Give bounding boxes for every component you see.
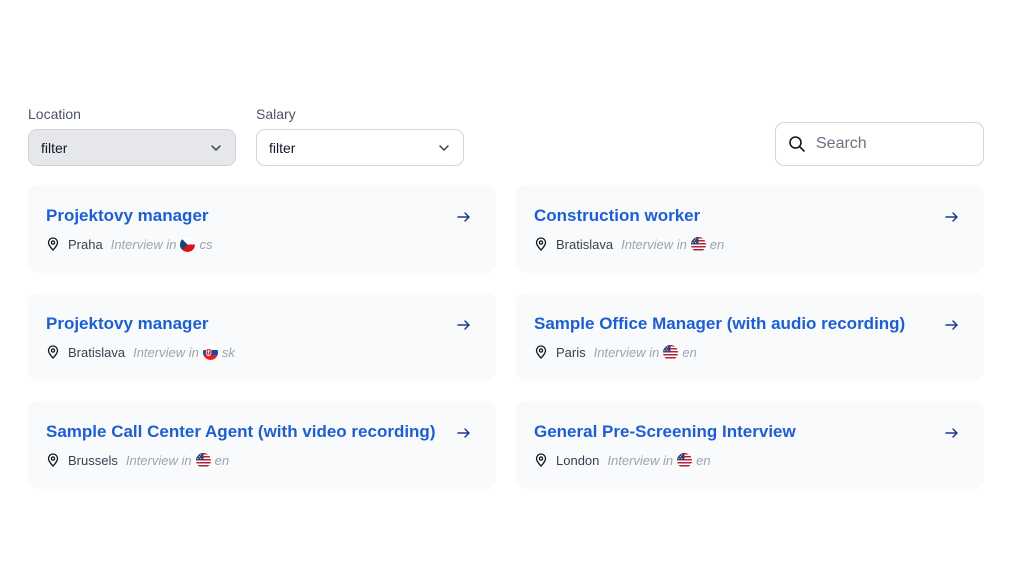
- job-meta: Paris Interview in en: [534, 343, 966, 361]
- chevron-down-icon: [211, 144, 221, 151]
- interview-prefix: Interview in: [593, 344, 660, 360]
- job-list: Projektovy manager Praha Interview in cs Con…: [28, 185, 984, 489]
- arrow-right-icon[interactable]: [944, 425, 960, 441]
- us-flag-icon: [195, 452, 211, 468]
- job-meta: Bratislava Interview in en: [534, 235, 966, 253]
- job-title-link[interactable]: Sample Call Center Agent (with video rec…: [46, 421, 478, 443]
- salary-filter-label: Salary: [256, 106, 296, 122]
- salary-filter-group: Salary filter: [256, 106, 464, 166]
- us-flag-icon: [677, 452, 693, 468]
- search-input[interactable]: [816, 135, 966, 153]
- job-city: Brussels: [68, 452, 118, 468]
- job-city: Praha: [68, 236, 103, 252]
- job-language: en: [709, 236, 725, 252]
- interview-prefix: Interview in: [133, 344, 199, 360]
- job-card[interactable]: General Pre-Screening Interview London Int…: [516, 401, 984, 489]
- job-card[interactable]: Construction worker Bratislava Interview i…: [516, 185, 984, 273]
- job-meta: Brussels Interview in en: [46, 451, 478, 469]
- arrow-right-icon[interactable]: [456, 317, 472, 333]
- interview-prefix: Interview in: [110, 236, 177, 252]
- job-city: Bratislava: [68, 344, 126, 360]
- job-meta: London Interview in en: [534, 451, 966, 469]
- chevron-down-icon: [439, 144, 449, 151]
- job-language: cs: [199, 236, 213, 252]
- search-box[interactable]: [775, 122, 984, 166]
- us-flag-icon: [663, 344, 679, 360]
- arrow-right-icon[interactable]: [456, 425, 472, 441]
- salary-select[interactable]: filter: [256, 129, 464, 166]
- job-title-link[interactable]: Projektovy manager: [46, 205, 478, 227]
- job-language: en: [214, 452, 230, 468]
- job-city: London: [556, 452, 600, 468]
- location-select-value: filter: [41, 139, 68, 156]
- job-meta: Bratislava Interview in sk: [46, 343, 478, 361]
- job-language: en: [696, 452, 711, 468]
- cz-flag-icon: [180, 236, 196, 252]
- location-pin-icon: [535, 237, 547, 251]
- job-card[interactable]: Projektovy manager Praha Interview in cs: [28, 185, 496, 273]
- location-pin-icon: [535, 345, 547, 359]
- interview-prefix: Interview in: [607, 452, 674, 468]
- us-flag-icon: [690, 236, 706, 252]
- job-card[interactable]: Sample Call Center Agent (with video rec…: [28, 401, 496, 489]
- arrow-right-icon[interactable]: [456, 209, 472, 225]
- arrow-right-icon[interactable]: [944, 317, 960, 333]
- job-title-link[interactable]: Sample Office Manager (with audio record…: [534, 313, 966, 335]
- interview-prefix: Interview in: [621, 236, 687, 252]
- sk-flag-icon: [202, 344, 218, 360]
- interview-prefix: Interview in: [125, 452, 192, 468]
- location-filter-group: Location filter: [28, 106, 236, 166]
- filter-bar: Location filter Salary filter: [28, 106, 464, 166]
- location-pin-icon: [47, 237, 59, 251]
- salary-select-value: filter: [269, 139, 296, 156]
- location-pin-icon: [535, 453, 547, 467]
- job-title-link[interactable]: Construction worker: [534, 205, 966, 227]
- job-card[interactable]: Sample Office Manager (with audio record…: [516, 293, 984, 381]
- location-pin-icon: [47, 453, 59, 467]
- job-city: Bratislava: [556, 236, 614, 252]
- job-meta: Praha Interview in cs: [46, 235, 478, 253]
- location-filter-label: Location: [28, 106, 81, 122]
- job-language: en: [682, 344, 697, 360]
- location-pin-icon: [47, 345, 59, 359]
- job-city: Paris: [556, 344, 586, 360]
- job-card[interactable]: Projektovy manager Bratislava Interview in…: [28, 293, 496, 381]
- job-title-link[interactable]: General Pre-Screening Interview: [534, 421, 966, 443]
- job-language: sk: [221, 344, 235, 360]
- arrow-right-icon[interactable]: [944, 209, 960, 225]
- search-icon: [789, 136, 805, 152]
- job-title-link[interactable]: Projektovy manager: [46, 313, 478, 335]
- location-select[interactable]: filter: [28, 129, 236, 166]
